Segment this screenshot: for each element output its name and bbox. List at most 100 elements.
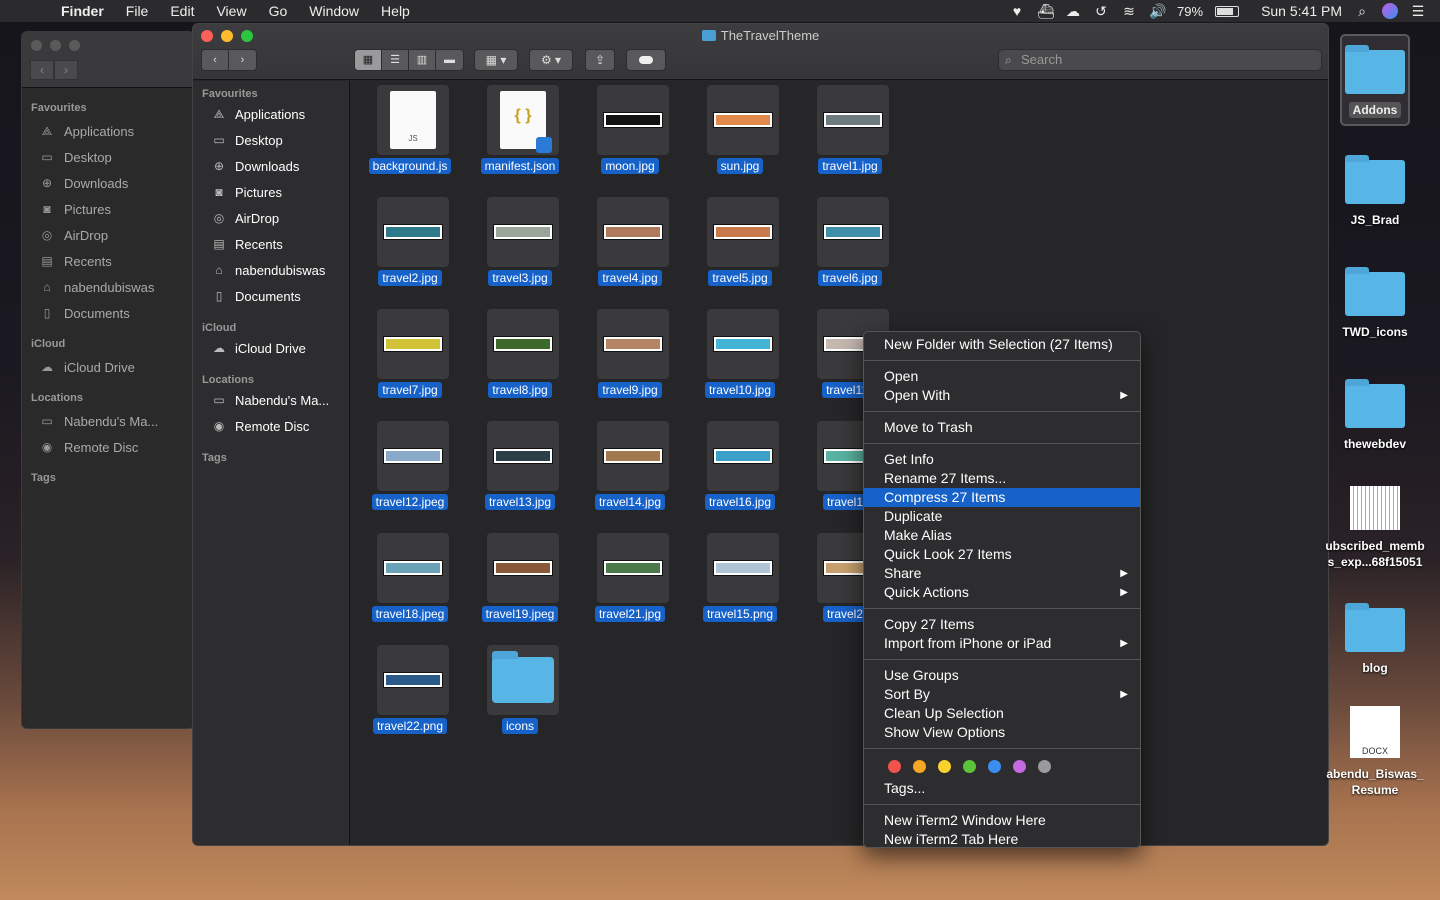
file-item[interactable]: travel10.jpg [685, 307, 795, 403]
sidebar-item-remote-disc[interactable]: ◉ Remote Disc [193, 413, 349, 439]
file-item[interactable]: icons [465, 643, 575, 739]
menu-item-quick-actions[interactable]: Quick Actions ▶ [864, 583, 1140, 602]
sidebar-item-documents[interactable]: ▯ Documents [22, 300, 194, 326]
back-button[interactable]: ‹ [202, 50, 229, 70]
file-item[interactable]: travel13.jpg [465, 419, 575, 515]
sidebar-item-downloads[interactable]: ⊕ Downloads [22, 170, 194, 196]
menu-item-open-with[interactable]: Open With ▶ [864, 386, 1140, 405]
search-input[interactable]: ⌕ Search [998, 49, 1322, 71]
menu-item-sort-by[interactable]: Sort By ▶ [864, 685, 1140, 704]
desktop-item[interactable]: TWD_icons [1320, 264, 1430, 340]
sidebar-item-icloud-drive[interactable]: ☁ iCloud Drive [193, 335, 349, 361]
tags-button[interactable] [626, 49, 666, 71]
sidebar-item-mac[interactable]: ▭ Nabendu's Ma... [193, 387, 349, 413]
sidebar-item-documents[interactable]: ▯ Documents [193, 283, 349, 309]
menu-item-new-iterm2-window-here[interactable]: New iTerm2 Window Here [864, 811, 1140, 830]
sidebar-item-applications[interactable]: ⟁ Applications [22, 118, 194, 144]
menu-app-finder[interactable]: Finder [50, 0, 115, 22]
file-item[interactable]: travel3.jpg [465, 195, 575, 291]
wifi-icon[interactable]: ≋ [1121, 3, 1137, 19]
minimize-button[interactable] [50, 40, 61, 51]
file-item[interactable]: travel4.jpg [575, 195, 685, 291]
menu-item-copy-27-items[interactable]: Copy 27 Items [864, 615, 1140, 634]
tag-color-dot[interactable] [938, 759, 951, 773]
menu-item-clean-up-selection[interactable]: Clean Up Selection [864, 704, 1140, 723]
file-item[interactable]: { } manifest.json [465, 83, 575, 179]
share-button[interactable]: ⇪ [585, 49, 615, 71]
menu-item-move-to-trash[interactable]: Move to Trash [864, 418, 1140, 437]
menu-item-make-alias[interactable]: Make Alias [864, 526, 1140, 545]
file-item[interactable]: travel18.jpeg [355, 531, 465, 627]
tag-color-dot[interactable] [1013, 759, 1026, 773]
file-item[interactable]: travel16.jpg [685, 419, 795, 515]
spotlight-icon[interactable]: ⌕ [1354, 3, 1370, 19]
menu-item-tags[interactable]: Tags... [864, 779, 1140, 798]
creative-cloud-icon[interactable]: ☁ [1065, 3, 1081, 19]
tag-color-dot[interactable] [1038, 759, 1051, 773]
sidebar-item-remote-disc[interactable]: ◉ Remote Disc [22, 434, 194, 460]
menu-item-new-iterm2-tab-here[interactable]: New iTerm2 Tab Here [864, 830, 1140, 849]
sidebar-item-airdrop[interactable]: ◎ AirDrop [22, 222, 194, 248]
tag-color-dot[interactable] [913, 759, 926, 773]
file-item[interactable]: sun.jpg [685, 83, 795, 179]
file-item[interactable]: travel8.jpg [465, 307, 575, 403]
sidebar-item-recents[interactable]: ▤ Recents [193, 231, 349, 257]
sidebar-item-home[interactable]: ⌂ nabendubiswas [22, 274, 194, 300]
file-item[interactable]: JS background.js [355, 83, 465, 179]
time-machine-icon[interactable]: ↺ [1093, 3, 1109, 19]
file-item[interactable]: travel5.jpg [685, 195, 795, 291]
sidebar-item-desktop[interactable]: ▭ Desktop [193, 127, 349, 153]
menu-view[interactable]: View [205, 0, 257, 22]
file-item[interactable]: travel2.jpg [355, 195, 465, 291]
battery-percent[interactable]: 79% [1177, 4, 1203, 19]
pocket-icon[interactable]: ♥ [1009, 3, 1025, 19]
desktop-item[interactable]: blog [1320, 600, 1430, 676]
icon-view-button[interactable]: ▦ [355, 50, 382, 70]
sidebar-item-icloud-drive[interactable]: ☁ iCloud Drive [22, 354, 194, 380]
menu-item-quick-look-27-items[interactable]: Quick Look 27 Items [864, 545, 1140, 564]
notification-center-icon[interactable]: ☰ [1410, 3, 1426, 19]
menu-window[interactable]: Window [298, 0, 370, 22]
file-item[interactable]: travel15.png [685, 531, 795, 627]
menu-file[interactable]: File [115, 0, 160, 22]
file-item[interactable]: moon.jpg [575, 83, 685, 179]
gallery-view-button[interactable]: ▬ [436, 50, 463, 70]
siri-icon[interactable] [1382, 3, 1398, 19]
sidebar-item-mac[interactable]: ▭ Nabendu's Ma... [22, 408, 194, 434]
menu-item-rename-27-items[interactable]: Rename 27 Items... [864, 469, 1140, 488]
desktop-item[interactable]: JS_Brad [1320, 152, 1430, 228]
sidebar-item-recents[interactable]: ▤ Recents [22, 248, 194, 274]
close-button[interactable] [31, 40, 42, 51]
list-view-button[interactable]: ☰ [382, 50, 409, 70]
tag-color-dot[interactable] [888, 759, 901, 773]
file-item[interactable]: travel6.jpg [795, 195, 905, 291]
desktop-item[interactable]: Addons [1340, 34, 1410, 126]
tag-color-dot[interactable] [988, 759, 1001, 773]
sidebar-item-pictures[interactable]: ◙ Pictures [22, 196, 194, 222]
clock[interactable]: Sun 5:41 PM [1261, 3, 1342, 19]
file-item[interactable]: travel22.png [355, 643, 465, 739]
menu-item-new-folder-with-selection-27-items[interactable]: New Folder with Selection (27 Items) [864, 335, 1140, 354]
forward-button[interactable]: › [229, 50, 256, 70]
menu-item-use-groups[interactable]: Use Groups [864, 666, 1140, 685]
volume-icon[interactable]: 🔊 [1149, 3, 1166, 19]
menu-item-get-info[interactable]: Get Info [864, 450, 1140, 469]
file-item[interactable]: travel7.jpg [355, 307, 465, 403]
sidebar-item-applications[interactable]: ⟁ Applications [193, 101, 349, 127]
forward-button[interactable]: › [54, 60, 78, 80]
menu-item-show-view-options[interactable]: Show View Options [864, 723, 1140, 742]
sidebar-item-downloads[interactable]: ⊕ Downloads [193, 153, 349, 179]
file-item[interactable]: travel19.jpeg [465, 531, 575, 627]
column-view-button[interactable]: ▥ [409, 50, 436, 70]
file-item[interactable]: travel14.jpg [575, 419, 685, 515]
menu-go[interactable]: Go [258, 0, 299, 22]
menu-item-import-from-iphone-or-ipad[interactable]: Import from iPhone or iPad ▶ [864, 634, 1140, 653]
battery-icon[interactable] [1215, 5, 1240, 17]
action-button[interactable]: ⚙ ▾ [529, 49, 573, 71]
sidebar-item-desktop[interactable]: ▭ Desktop [22, 144, 194, 170]
menu-item-compress-27-items[interactable]: Compress 27 Items [864, 488, 1140, 507]
menu-edit[interactable]: Edit [159, 0, 205, 22]
sidebar-item-home[interactable]: ⌂ nabendubiswas [193, 257, 349, 283]
file-item[interactable]: travel1.jpg [795, 83, 905, 179]
menu-item-share[interactable]: Share ▶ [864, 564, 1140, 583]
